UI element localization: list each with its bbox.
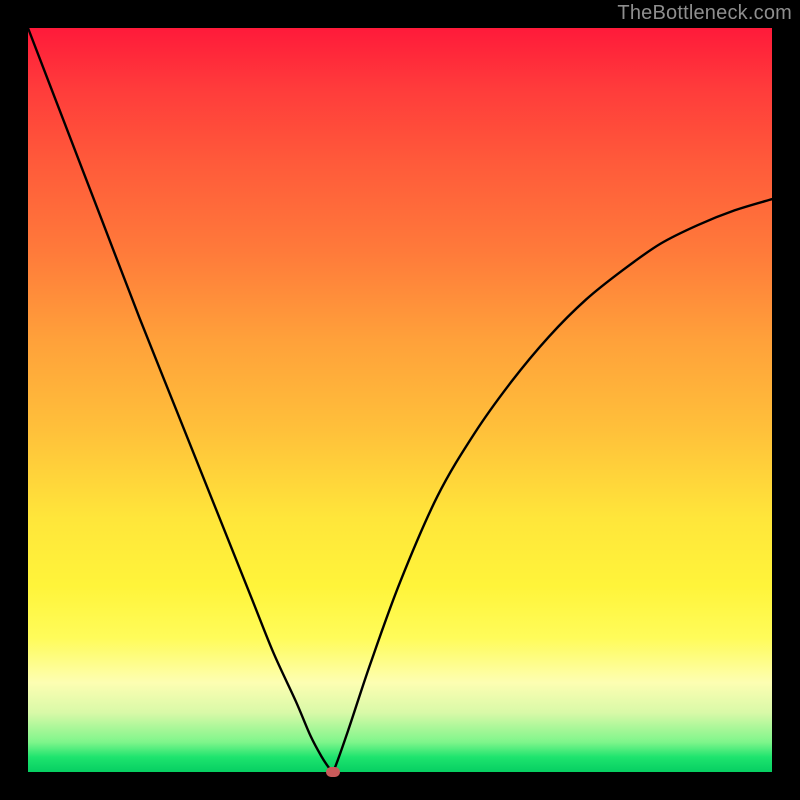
plot-area (28, 28, 772, 772)
bottleneck-curve (28, 28, 772, 772)
watermark-text: TheBottleneck.com (617, 2, 792, 25)
chart-frame: TheBottleneck.com (0, 0, 800, 800)
minimum-marker (326, 767, 340, 777)
